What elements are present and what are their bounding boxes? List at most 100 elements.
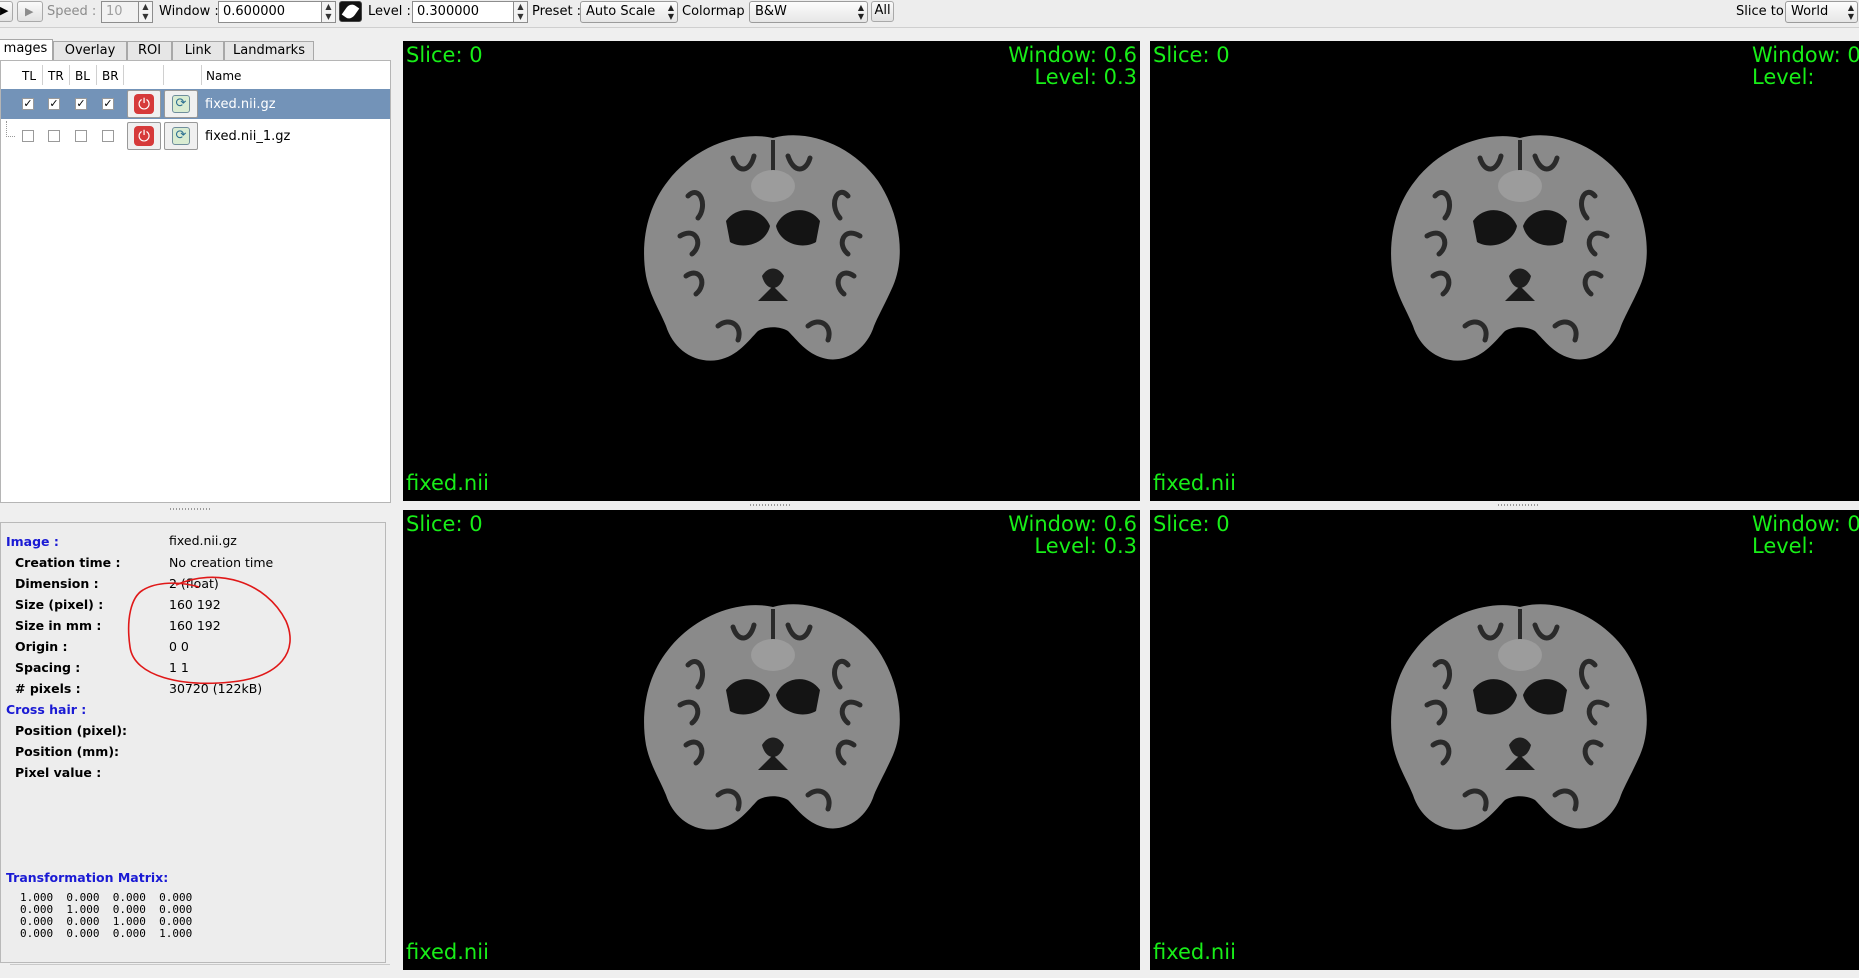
tab-landmarks[interactable]: Landmarks xyxy=(224,41,314,60)
tab-landmarks-label: Landmarks xyxy=(233,43,305,58)
matrix-heading: Transformation Matrix: xyxy=(6,870,169,885)
column-header-bl[interactable]: BL xyxy=(75,69,90,83)
image-name-label: fixed.nii xyxy=(406,471,489,495)
list-item[interactable]: ⏻ ⟳ fixed.nii_1.gz xyxy=(1,121,390,151)
column-header-name[interactable]: Name xyxy=(206,69,241,83)
info-key: Position (mm): xyxy=(15,744,120,759)
viewer-top-left[interactable]: Slice: 0 Window: 0.6 Level: 0.3 fixed.ni… xyxy=(403,41,1140,501)
play-icon: ▶ xyxy=(25,5,34,18)
tab-images[interactable]: mages xyxy=(0,39,53,61)
level-spinner[interactable]: ▲ ▼ xyxy=(514,1,528,23)
checkbox-tl[interactable] xyxy=(22,130,34,142)
checkbox-br[interactable]: ✓ xyxy=(102,98,114,110)
viewer-top-right[interactable]: Slice: 0 Window: 0 Level: fixed.nii xyxy=(1150,41,1859,501)
checkbox-tl[interactable]: ✓ xyxy=(22,98,34,110)
image-name-label: fixed.nii xyxy=(1153,940,1236,964)
close-image-button[interactable]: ⏻ xyxy=(127,90,161,118)
slice-label: Slice: 0 xyxy=(406,512,483,536)
power-icon: ⏻ xyxy=(134,126,154,146)
column-divider xyxy=(96,65,97,85)
level-label: Level : xyxy=(368,4,411,19)
all-button[interactable]: All xyxy=(871,1,894,22)
step-icon: ▶ xyxy=(0,4,9,17)
column-divider xyxy=(42,65,43,85)
play-button[interactable]: ▶ xyxy=(17,1,43,22)
level-readout: Level: xyxy=(1752,65,1815,89)
reload-image-button[interactable]: ⟳ xyxy=(164,90,198,118)
splitter-handle[interactable] xyxy=(750,504,790,506)
step-button[interactable]: ▶ xyxy=(0,1,13,22)
window-input[interactable]: 0.600000 xyxy=(218,1,322,23)
window-label: Window : xyxy=(159,4,219,19)
viewer-bottom-left[interactable]: Slice: 0 Window: 0.6 Level: 0.3 fixed.ni… xyxy=(403,510,1140,970)
power-icon: ⏻ xyxy=(134,94,154,114)
column-header-tl[interactable]: TL xyxy=(22,69,36,83)
tab-overlay-label: Overlay xyxy=(64,43,116,58)
window-readout: Window: 0 xyxy=(1752,43,1859,67)
speed-label: Speed : xyxy=(47,4,97,19)
column-header-br[interactable]: BR xyxy=(102,69,119,83)
column-divider xyxy=(163,65,164,85)
invert-icon xyxy=(341,2,360,21)
tree-branch xyxy=(6,121,15,137)
column-header-tr[interactable]: TR xyxy=(48,69,64,83)
tab-roi[interactable]: ROI xyxy=(127,41,172,60)
reload-icon: ⟳ xyxy=(172,95,190,113)
level-readout: Level: 0.3 xyxy=(1034,65,1137,89)
speed-spinner[interactable]: ▲ ▼ xyxy=(139,1,153,23)
image-name: fixed.nii.gz xyxy=(205,97,276,112)
brain-slice-image xyxy=(1391,135,1647,361)
preset-value: Auto Scale xyxy=(586,4,656,19)
slice-to-select[interactable]: World ▲ ▼ xyxy=(1785,1,1858,23)
info-key: Size in mm : xyxy=(15,618,102,633)
hand-drawn-circle-annotation xyxy=(127,576,291,685)
slice-to-label: Slice to xyxy=(1736,4,1784,19)
splitter-handle[interactable] xyxy=(1498,504,1538,506)
info-key: Creation time : xyxy=(15,555,121,570)
tab-link-label: Link xyxy=(184,43,212,58)
speed-input[interactable]: 10 xyxy=(101,1,139,23)
image-name-label: fixed.nii xyxy=(1153,471,1236,495)
tab-roi-label: ROI xyxy=(137,43,162,58)
checkbox-tr[interactable]: ✓ xyxy=(48,98,60,110)
info-key: Origin : xyxy=(15,639,68,654)
checkbox-bl[interactable] xyxy=(75,130,87,142)
window-spinner[interactable]: ▲ ▼ xyxy=(322,1,336,23)
info-key: Position (pixel): xyxy=(15,723,128,738)
viewer-bottom-right[interactable]: Slice: 0 Window: 0 Level: fixed.nii xyxy=(1150,510,1859,970)
column-divider xyxy=(69,65,70,85)
tab-images-label: mages xyxy=(3,41,48,56)
checkbox-bl[interactable]: ✓ xyxy=(75,98,87,110)
level-readout: Level: xyxy=(1752,534,1815,558)
preset-select[interactable]: Auto Scale ▲ ▼ xyxy=(580,1,678,23)
column-divider xyxy=(201,65,202,85)
splitter-handle[interactable] xyxy=(170,508,210,510)
level-readout: Level: 0.3 xyxy=(1034,534,1137,558)
image-name-value: fixed.nii.gz xyxy=(169,533,237,548)
slice-label: Slice: 0 xyxy=(1153,43,1230,67)
info-key: Pixel value : xyxy=(15,765,102,780)
reload-icon: ⟳ xyxy=(172,127,190,145)
preset-label: Preset : xyxy=(532,4,582,19)
info-key: Size (pixel) : xyxy=(15,597,104,612)
info-value: No creation time xyxy=(169,555,274,570)
image-name: fixed.nii_1.gz xyxy=(205,129,291,144)
tab-link[interactable]: Link xyxy=(172,41,224,60)
checkbox-br[interactable] xyxy=(102,130,114,142)
colormap-select[interactable]: B&W ▲ ▼ xyxy=(749,1,868,23)
colormap-value: B&W xyxy=(755,4,787,19)
list-item[interactable]: ✓ ✓ ✓ ✓ ⏻ ⟳ fixed.nii.gz xyxy=(1,89,390,119)
brain-slice-image xyxy=(1391,604,1647,830)
brain-slice-image xyxy=(644,604,900,830)
tab-overlay[interactable]: Overlay xyxy=(53,41,127,60)
slice-label: Slice: 0 xyxy=(406,43,483,67)
crosshair-heading: Cross hair : xyxy=(6,702,87,717)
image-name-label: fixed.nii xyxy=(406,940,489,964)
checkbox-tr[interactable] xyxy=(48,130,60,142)
close-image-button[interactable]: ⏻ xyxy=(127,122,161,150)
panel-border xyxy=(10,964,390,965)
reload-image-button[interactable]: ⟳ xyxy=(164,122,198,150)
updown-arrow-icon: ▲ ▼ xyxy=(1847,3,1854,21)
colormap-invert-button[interactable] xyxy=(339,1,362,22)
level-input[interactable]: 0.300000 xyxy=(412,1,514,23)
